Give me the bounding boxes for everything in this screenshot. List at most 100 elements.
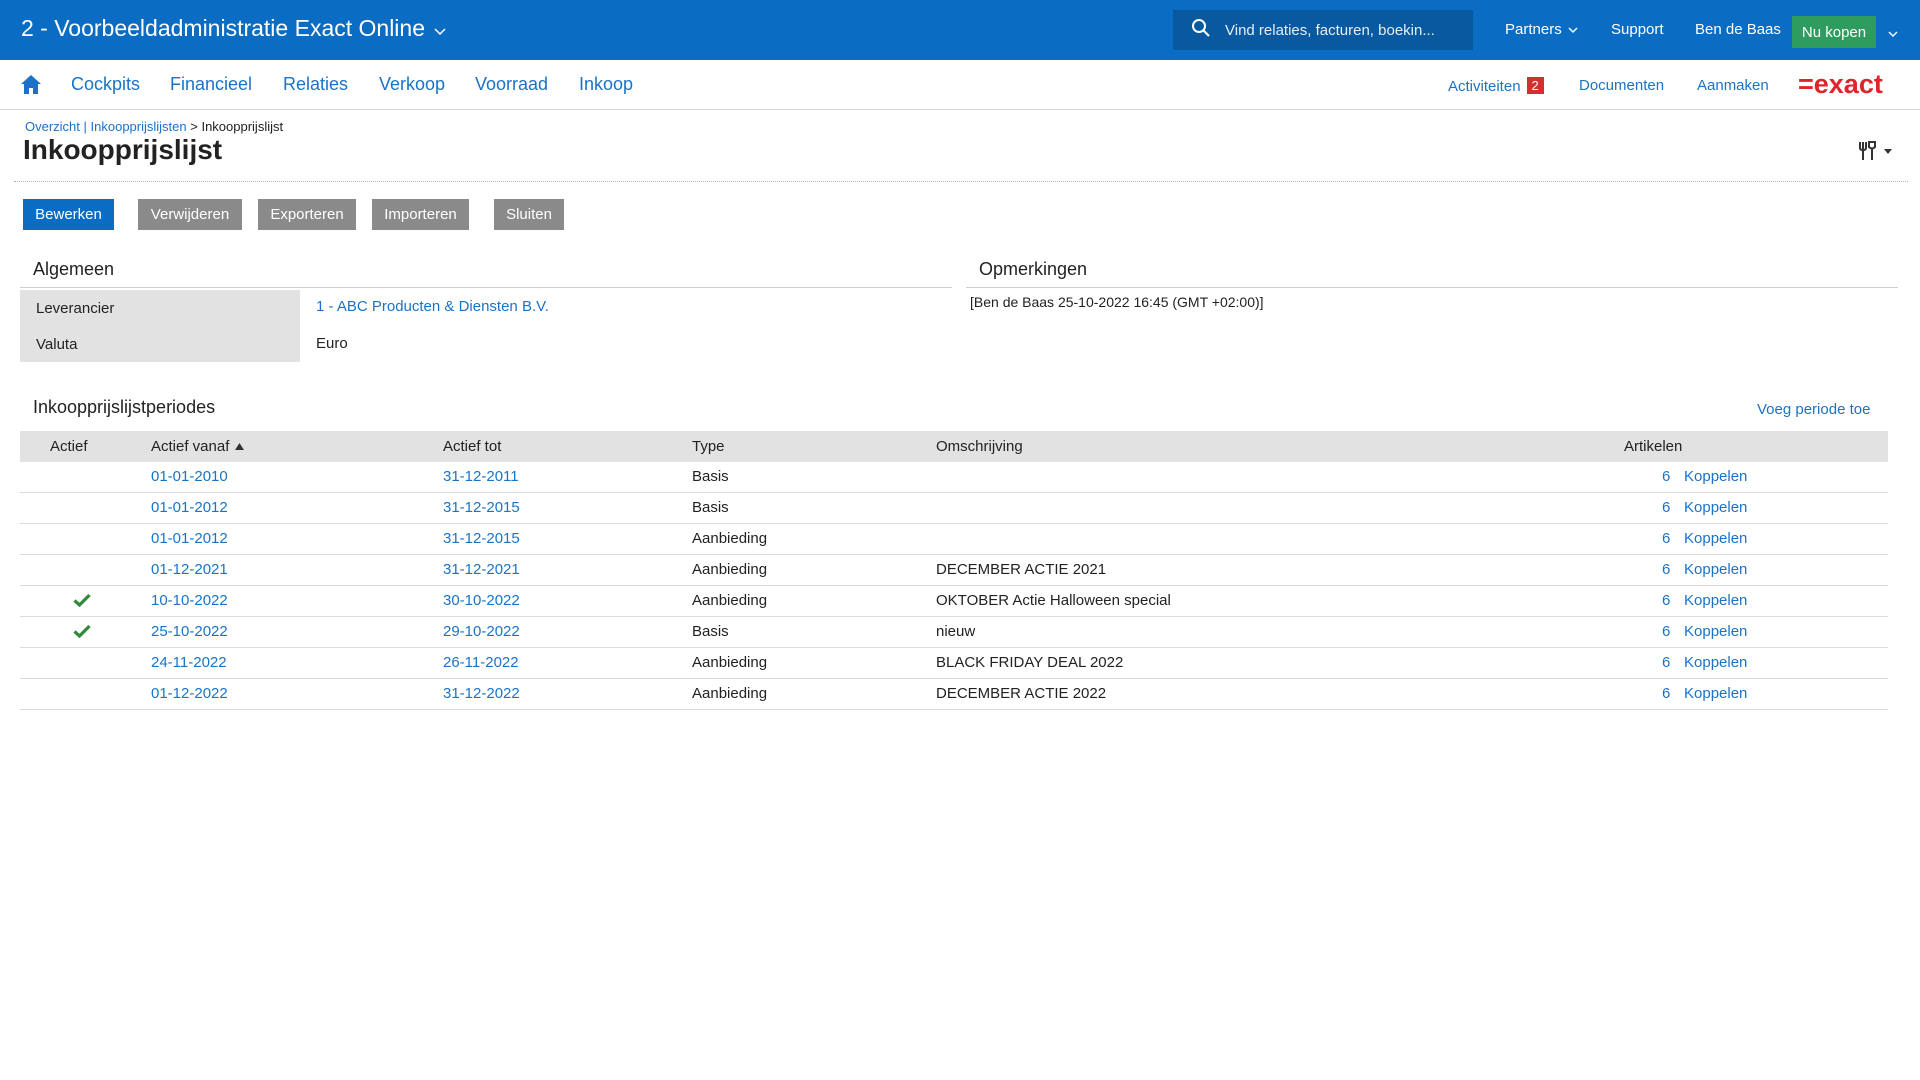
cell-articles-count[interactable]: 6 — [1662, 468, 1670, 485]
link-articles-button[interactable]: Koppelen — [1684, 654, 1747, 671]
cell-active-to[interactable]: 30-10-2022 — [443, 592, 520, 609]
nav-item-financieel[interactable]: Financieel — [170, 74, 252, 95]
documents-link[interactable]: Documenten — [1579, 77, 1664, 94]
support-label: Support — [1611, 21, 1664, 38]
cell-description: DECEMBER ACTIE 2021 — [936, 561, 1107, 578]
table-row[interactable]: 24-11-2022 26-11-2022 Aanbieding BLACK FRID… — [20, 648, 1888, 679]
search-input[interactable] — [1223, 20, 1467, 40]
add-period-link[interactable]: Voeg periode toe — [1757, 401, 1870, 418]
nav-item-verkoop[interactable]: Verkoop — [379, 74, 445, 95]
link-articles-button[interactable]: Koppelen — [1684, 592, 1747, 609]
close-button[interactable]: Sluiten — [494, 199, 564, 230]
cell-articles-count[interactable]: 6 — [1662, 499, 1670, 516]
activities-count-badge: 2 — [1526, 77, 1544, 94]
partners-menu[interactable]: Partners — [1505, 21, 1578, 38]
cell-active-from[interactable]: 25-10-2022 — [151, 623, 228, 640]
supplier-value[interactable]: 1 - ABC Producten & Diensten B.V. — [316, 298, 549, 315]
user-menu[interactable]: Ben de Baas — [1695, 21, 1781, 38]
cell-active-from[interactable]: 24-11-2022 — [151, 654, 227, 671]
cell-articles-count[interactable]: 6 — [1662, 592, 1670, 609]
table-row[interactable]: 01-01-2010 31-12-2011 Basis 6 Koppelen — [20, 462, 1888, 493]
supplier-label: Leverancier — [20, 290, 300, 326]
breadcrumb-purchase-price-lists[interactable]: Inkoopprijslijsten — [91, 119, 187, 134]
cell-active-from[interactable]: 01-12-2021 — [151, 561, 228, 578]
delete-button[interactable]: Verwijderen — [138, 199, 242, 230]
periods-table: Actief Actief vanaf Actief tot Type Omsc… — [20, 431, 1888, 710]
cell-active-to[interactable]: 31-12-2011 — [443, 468, 519, 485]
administration-title: 2 - Voorbeeldadministratie Exact Online — [21, 15, 425, 41]
nav-item-voorraad[interactable]: Voorraad — [475, 74, 548, 95]
link-articles-button[interactable]: Koppelen — [1684, 530, 1747, 547]
link-articles-button[interactable]: Koppelen — [1684, 685, 1747, 702]
table-row[interactable]: 01-12-2021 31-12-2021 Aanbieding DECEMBER A… — [20, 555, 1888, 586]
exact-logo: =exact — [1798, 69, 1902, 102]
user-name: Ben de Baas — [1695, 21, 1781, 38]
nav-item-relaties[interactable]: Relaties — [283, 74, 348, 95]
remarks-divider — [966, 287, 1898, 288]
nav-item-cockpits[interactable]: Cockpits — [71, 74, 140, 95]
global-search — [1173, 10, 1473, 50]
column-header-type[interactable]: Type — [692, 438, 725, 455]
support-link[interactable]: Support — [1611, 21, 1664, 38]
table-row[interactable]: 25-10-2022 29-10-2022 Basis nieuw 6 Koppelen — [20, 617, 1888, 648]
buy-now-button[interactable]: Nu kopen — [1792, 16, 1876, 48]
create-link[interactable]: Aanmaken — [1697, 77, 1769, 94]
home-icon[interactable] — [20, 74, 42, 99]
edit-button[interactable]: Bewerken — [23, 199, 114, 230]
cell-type: Aanbieding — [692, 561, 768, 578]
cell-active-to[interactable]: 31-12-2022 — [443, 685, 520, 702]
chevron-down-icon — [1568, 21, 1578, 38]
column-header-active[interactable]: Actief — [50, 438, 88, 455]
cell-active-to[interactable]: 31-12-2015 — [443, 530, 520, 547]
cell-active-to[interactable]: 29-10-2022 — [443, 623, 520, 640]
link-articles-button[interactable]: Koppelen — [1684, 499, 1747, 516]
sort-ascending-icon — [234, 443, 244, 450]
link-articles-button[interactable]: Koppelen — [1684, 561, 1747, 578]
breadcrumb-separator: > — [186, 119, 202, 134]
cell-description: OKTOBER Actie Halloween special — [936, 592, 1171, 609]
cell-active-to[interactable]: 26-11-2022 — [443, 654, 519, 671]
cell-type: Aanbieding — [692, 654, 768, 671]
column-header-active-to[interactable]: Actief tot — [443, 438, 501, 455]
cell-articles-count[interactable]: 6 — [1662, 530, 1670, 547]
cell-active-to[interactable]: 31-12-2015 — [443, 499, 520, 516]
link-articles-button[interactable]: Koppelen — [1684, 468, 1747, 485]
breadcrumb-overview[interactable]: Overzicht — [25, 119, 80, 134]
table-row[interactable]: 10-10-2022 30-10-2022 Aanbieding OKTOBER Ac… — [20, 586, 1888, 617]
activities-link[interactable]: Activiteiten 2 — [1448, 77, 1544, 95]
cell-type: Aanbieding — [692, 592, 768, 609]
cell-type: Basis — [692, 468, 729, 485]
tools-icon[interactable] — [1858, 140, 1894, 166]
column-header-description[interactable]: Omschrijving — [936, 438, 1023, 455]
cell-active-from[interactable]: 10-10-2022 — [151, 592, 228, 609]
chevron-down-icon[interactable] — [1888, 25, 1898, 42]
column-header-articles[interactable]: Artikelen — [1624, 438, 1682, 455]
cell-active-from[interactable]: 01-01-2012 — [151, 530, 228, 547]
cell-description: DECEMBER ACTIE 2022 — [936, 685, 1107, 702]
page-title: Inkoopprijslijst — [23, 134, 223, 165]
currency-label-text: Valuta — [36, 335, 78, 353]
administration-selector[interactable]: 2 - Voorbeeldadministratie Exact Online — [21, 15, 446, 42]
cell-articles-count[interactable]: 6 — [1662, 685, 1670, 702]
breadcrumb: Overzicht | Inkoopprijslijsten > Inkoopp… — [25, 119, 283, 134]
cell-active-to[interactable]: 31-12-2021 — [443, 561, 520, 578]
cell-active-from[interactable]: 01-01-2010 — [151, 468, 228, 485]
cell-active-from[interactable]: 01-01-2012 — [151, 499, 228, 516]
column-header-active-from[interactable]: Actief vanaf — [151, 438, 245, 455]
link-articles-button[interactable]: Koppelen — [1684, 623, 1747, 640]
table-row[interactable]: 01-12-2022 31-12-2022 Aanbieding DECEMBER A… — [20, 679, 1888, 710]
search-icon[interactable] — [1191, 18, 1211, 42]
cell-active-from[interactable]: 01-12-2022 — [151, 685, 228, 702]
breadcrumb-current: Inkoopprijslijst — [201, 119, 284, 134]
export-button[interactable]: Exporteren — [258, 199, 356, 230]
cell-articles-count[interactable]: 6 — [1662, 561, 1670, 578]
cell-articles-count[interactable]: 6 — [1662, 623, 1670, 640]
table-row[interactable]: 01-01-2012 31-12-2015 Basis 6 Koppelen — [20, 493, 1888, 524]
cell-description: BLACK FRIDAY DEAL 2022 — [936, 654, 1124, 671]
table-row[interactable]: 01-01-2012 31-12-2015 Aanbieding 6 Koppelen — [20, 524, 1888, 555]
cell-articles-count[interactable]: 6 — [1662, 654, 1670, 671]
partners-label: Partners — [1505, 21, 1562, 38]
nav-item-inkoop[interactable]: Inkoop — [579, 74, 633, 95]
import-button[interactable]: Importeren — [372, 199, 469, 230]
cell-type: Aanbieding — [692, 530, 768, 547]
